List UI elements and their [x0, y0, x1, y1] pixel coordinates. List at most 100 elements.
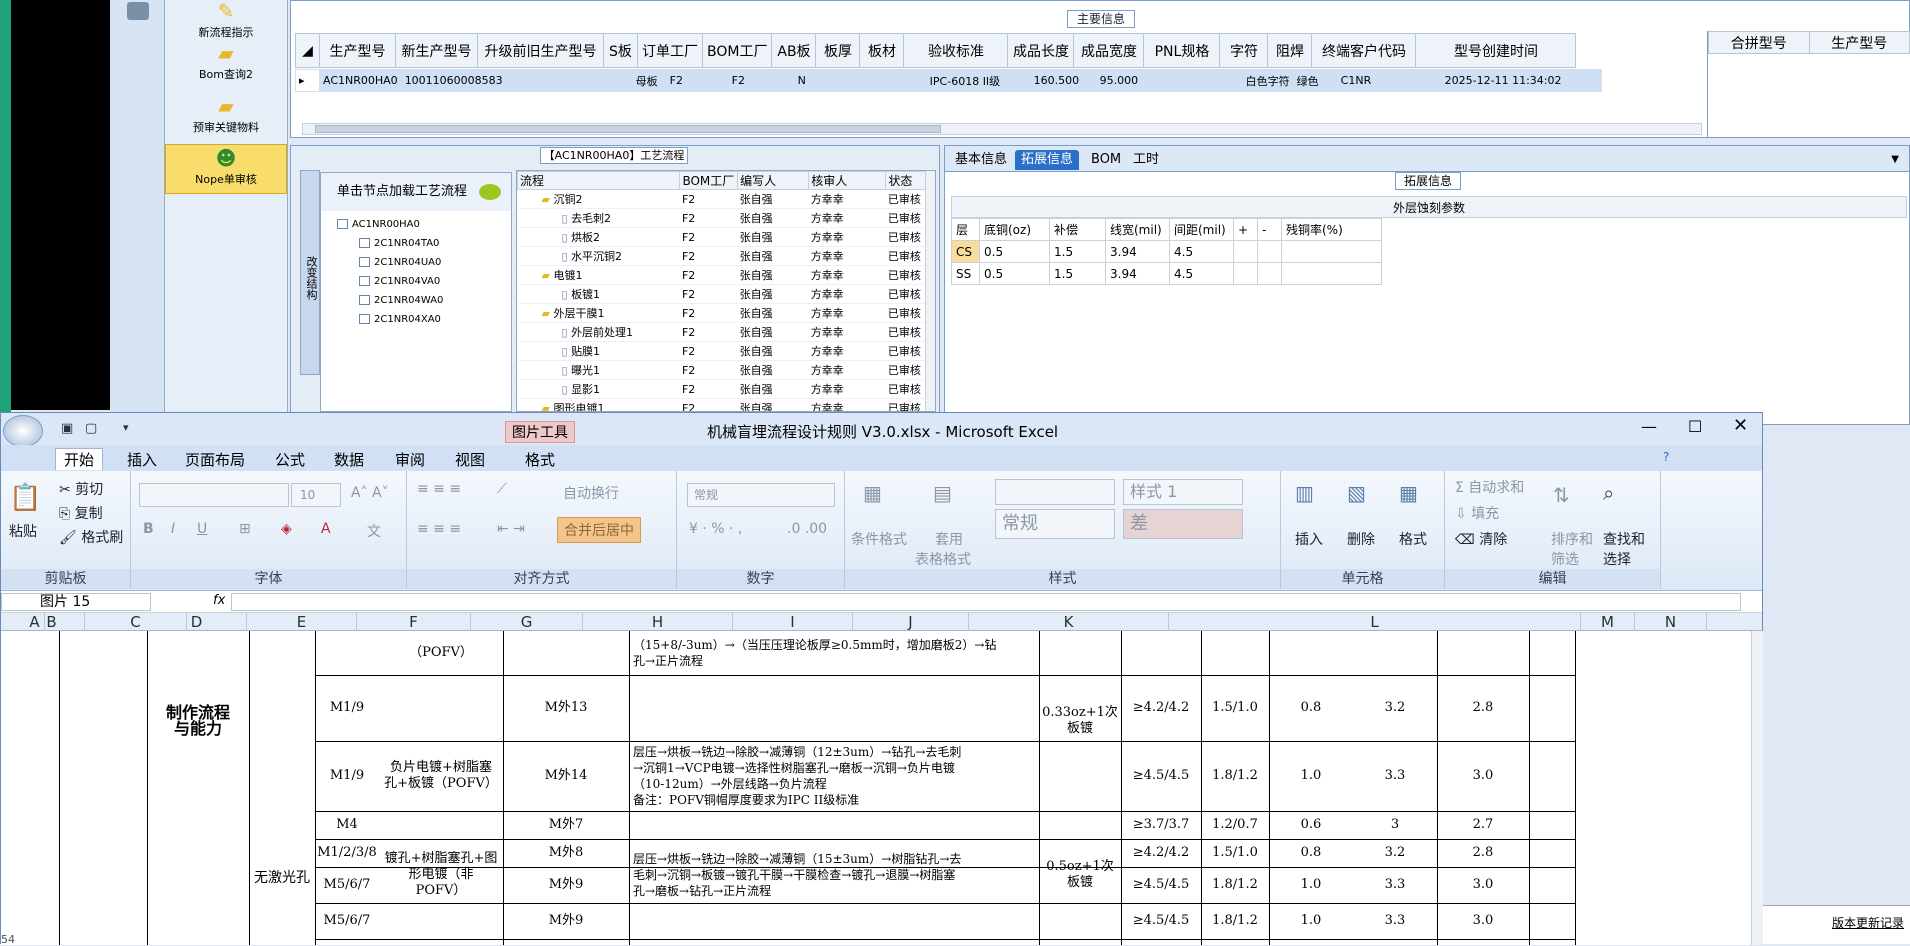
no-laser-label[interactable]: 无激光孔 — [249, 811, 315, 945]
tab-extended[interactable]: 拓展信息 — [1015, 150, 1080, 170]
column-header[interactable]: L — [1169, 613, 1581, 631]
tab-insert[interactable]: 插入 — [119, 449, 165, 471]
flow-row[interactable]: ▰ 外层干膜1 F2 张自强 方幸幸 已审核 — [517, 303, 927, 323]
tree-node[interactable]: 2C1NR04VA0 — [359, 276, 440, 287]
main-cell[interactable]: 母板 — [631, 69, 667, 92]
column-header[interactable]: D — [147, 613, 247, 631]
column-header[interactable]: I — [733, 613, 853, 631]
main-cell[interactable]: F2 — [665, 69, 729, 92]
cell-e[interactable]: （POFV） — [379, 631, 503, 675]
column-header[interactable]: N — [1635, 613, 1707, 631]
orientation-icon[interactable]: ⟋ — [497, 481, 507, 497]
etch-cell[interactable]: CS — [951, 240, 980, 263]
conditional-format-button[interactable]: 条件格式 — [851, 529, 907, 549]
close-button[interactable]: ✕ — [1733, 415, 1748, 436]
etch-cell[interactable] — [1233, 262, 1258, 285]
cell-value[interactable]: 2.8 — [1437, 675, 1529, 741]
tree-node[interactable]: 2C1NR04WA0 — [359, 295, 443, 306]
tab-format[interactable]: 格式 — [517, 449, 563, 471]
etch-cell[interactable]: 0.5 — [979, 240, 1050, 263]
cell-g-code[interactable]: M外8 — [503, 839, 629, 867]
etch-cell[interactable]: 3.94 — [1105, 240, 1170, 263]
column-header[interactable]: M — [1581, 613, 1635, 631]
flow-row[interactable]: ▰ 沉铜2 F2 张自强 方幸幸 已审核 — [517, 189, 927, 209]
clear-button[interactable]: ⌫ 清除 — [1455, 529, 1507, 549]
cell-value[interactable]: 0.6 — [1269, 811, 1353, 839]
main-cell[interactable]: 白色字符 — [1241, 69, 1294, 92]
office-button[interactable] — [3, 415, 43, 447]
cell-g-code[interactable]: M外9 — [503, 867, 629, 903]
main-cell[interactable]: IPC-6018 II级 — [925, 69, 1031, 92]
tab-view[interactable]: 视图 — [447, 449, 493, 471]
cell-g-code[interactable]: M外14 — [503, 741, 629, 811]
vertical-scrollbar[interactable] — [1751, 631, 1763, 945]
font-name-box[interactable] — [139, 483, 289, 507]
tool-icon[interactable] — [127, 2, 149, 20]
cell-k[interactable]: 0.33oz+1次 板镀 — [1039, 631, 1121, 811]
tab-home[interactable]: 开始 — [55, 448, 104, 470]
nav-item-bom-query[interactable]: ▰ Bom查询2 — [165, 42, 287, 82]
merge-center-button[interactable]: 合并后居中 — [557, 517, 641, 543]
cell-value[interactable]: 2.8 — [1437, 839, 1529, 867]
flow-col-header[interactable]: 状态 — [885, 171, 927, 190]
main-cell[interactable]: 绿色 — [1292, 69, 1338, 92]
dropdown-icon[interactable]: ▼ — [1885, 150, 1905, 170]
fill-color-icon[interactable]: ◈ — [281, 521, 292, 537]
etch-cell[interactable] — [1257, 262, 1282, 285]
main-col-header[interactable]: 升级前旧生产型号 — [477, 33, 604, 68]
cell-value[interactable]: 1.8/1.2 — [1201, 741, 1269, 811]
cell-k[interactable]: 0.5oz+1次 板镀 — [1039, 811, 1121, 939]
tree-node[interactable]: 2C1NR04UA0 — [359, 257, 441, 268]
flow-row[interactable]: ▰ 图形电镀1 F2 张自强 方幸幸 已审核 — [517, 398, 927, 411]
table-format-button-2[interactable]: 表格格式 — [915, 549, 971, 569]
italic-button[interactable]: I — [171, 521, 175, 537]
context-tab-picture-tools[interactable]: 图片工具 — [505, 421, 575, 443]
name-box[interactable]: 图片 15 — [1, 593, 151, 611]
main-col-header[interactable]: 成品长度 — [1007, 33, 1075, 68]
flow-row[interactable]: ▯ 烘板2 F2 张自强 方幸幸 已审核 — [517, 227, 927, 247]
section-label[interactable]: 制作流程 与能力 — [147, 631, 249, 811]
cut-button[interactable]: ✂ 剪切 — [59, 479, 103, 499]
cell-h[interactable]: 层压→烘板→铣边→除胶→减薄铜（12±3um）→钻孔→去毛刺 →沉铜1→VCP电… — [629, 741, 1039, 811]
main-col-header[interactable]: BOM工厂 — [701, 33, 773, 68]
decimal-icon[interactable]: .0 .00 — [787, 521, 827, 537]
delete-cells-button[interactable]: 删除 — [1347, 529, 1375, 549]
cell-g-code[interactable]: M外9 — [503, 903, 629, 939]
cell-value[interactable]: 3.3 — [1353, 741, 1437, 811]
main-cell[interactable] — [881, 69, 927, 92]
main-col-header[interactable]: 成品宽度 — [1073, 33, 1145, 68]
tab-basic[interactable]: 基本信息 — [949, 150, 1013, 170]
cell-h[interactable]: （15+8/-3um）→（当压压理论板厚≥0.5mm时，增加磨板2）→钻 孔→正… — [629, 631, 1039, 675]
autosum-button[interactable]: Σ 自动求和 — [1455, 477, 1524, 497]
indent-icon[interactable]: ⇤ ⇥ — [497, 521, 525, 537]
cell-e-code[interactable]: M5/6/7 — [315, 903, 379, 939]
cell-value[interactable]: 3.3 — [1353, 867, 1437, 903]
cell-e-code[interactable]: M4 — [315, 811, 379, 839]
etch-cell[interactable] — [1281, 240, 1382, 263]
main-col-header[interactable]: 板材 — [859, 33, 905, 68]
flow-row[interactable]: ▯ 去毛刺2 F2 张自强 方幸幸 已审核 — [517, 208, 927, 228]
tab-review[interactable]: 审阅 — [387, 449, 433, 471]
font-size-box[interactable]: 10 — [291, 483, 341, 507]
minimize-button[interactable]: — — [1641, 417, 1657, 436]
insert-cells-button[interactable]: 插入 — [1295, 529, 1323, 549]
tree-node[interactable]: 2C1NR04XA0 — [359, 314, 441, 325]
cell-value[interactable]: 3.0 — [1437, 903, 1529, 939]
main-cell[interactable] — [1165, 69, 1243, 92]
structure-tab[interactable]: 改变结构 — [300, 170, 320, 375]
main-col-header[interactable]: 字符 — [1219, 33, 1269, 68]
table-format-button[interactable]: 套用 — [935, 529, 963, 549]
cell-value[interactable]: ≥4.2/4.2 — [1121, 675, 1201, 741]
flow-row[interactable]: ▯ 板镀1 F2 张自强 方幸幸 已审核 — [517, 284, 927, 304]
font-color-icon[interactable]: A — [321, 521, 331, 537]
cell-value[interactable]: 1.5/1.0 — [1201, 675, 1269, 741]
column-header[interactable]: F — [357, 613, 471, 631]
find-select-button-2[interactable]: 选择 — [1603, 549, 1631, 569]
tab-page-layout[interactable]: 页面布局 — [177, 449, 253, 471]
nav-item-key-material[interactable]: ▰ 预审关键物料 — [165, 95, 287, 135]
find-select-button[interactable]: 查找和 — [1603, 529, 1645, 549]
cell-value[interactable]: 0.8 — [1269, 839, 1353, 867]
main-col-header[interactable]: AB板 — [771, 33, 817, 68]
flow-row[interactable]: ▯ 水平沉铜2 F2 张自强 方幸幸 已审核 — [517, 246, 927, 266]
main-col-header[interactable]: 终端客户代码 — [1311, 33, 1417, 68]
